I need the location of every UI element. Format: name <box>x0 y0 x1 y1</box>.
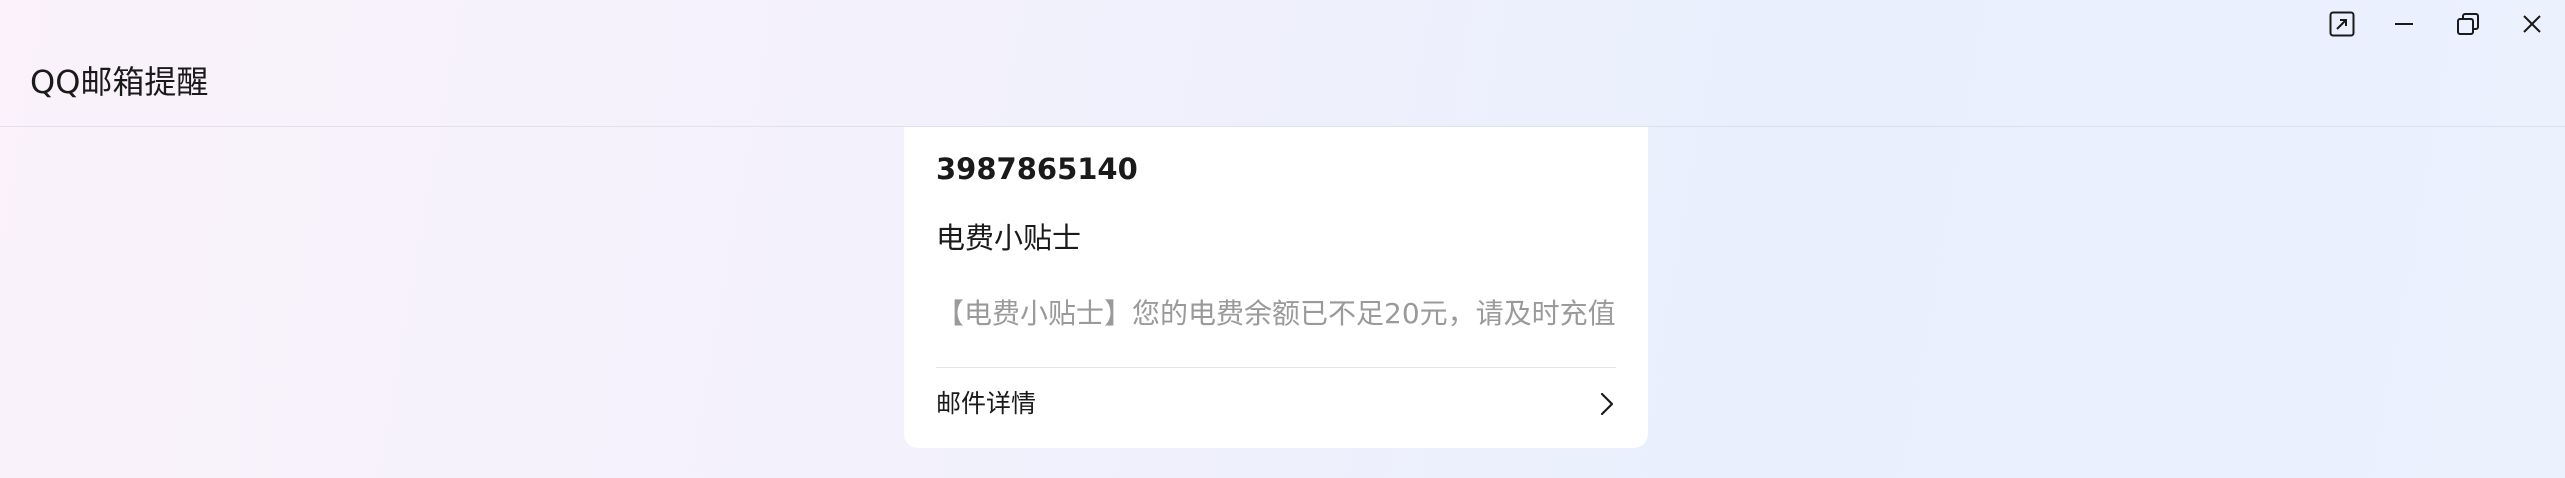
close-icon <box>2523 15 2541 33</box>
minimize-button[interactable] <box>2372 0 2436 48</box>
mail-details-link[interactable]: 邮件详情 <box>936 369 1616 439</box>
pin-window-button[interactable] <box>2310 0 2374 48</box>
sender-account: 3987865140 <box>936 152 1138 186</box>
mail-details-label: 邮件详情 <box>936 389 1037 418</box>
title-bar: QQ邮箱提醒 <box>0 0 2565 127</box>
restore-icon <box>2457 13 2479 35</box>
close-button[interactable] <box>2500 0 2564 48</box>
minimize-icon <box>2395 23 2413 25</box>
chevron-right-icon <box>1598 391 1616 417</box>
mail-preview: 【电费小贴士】您的电费余额已不足20元，请及时充值 <box>936 297 1616 330</box>
restore-button[interactable] <box>2436 0 2500 48</box>
mail-notification-card[interactable]: 3987865140 电费小贴士 【电费小贴士】您的电费余额已不足20元，请及时… <box>904 127 1648 448</box>
mail-subject: 电费小贴士 <box>936 221 1082 255</box>
divider <box>936 367 1616 368</box>
app-title: QQ邮箱提醒 <box>30 63 209 101</box>
pin-window-icon <box>2329 11 2355 37</box>
